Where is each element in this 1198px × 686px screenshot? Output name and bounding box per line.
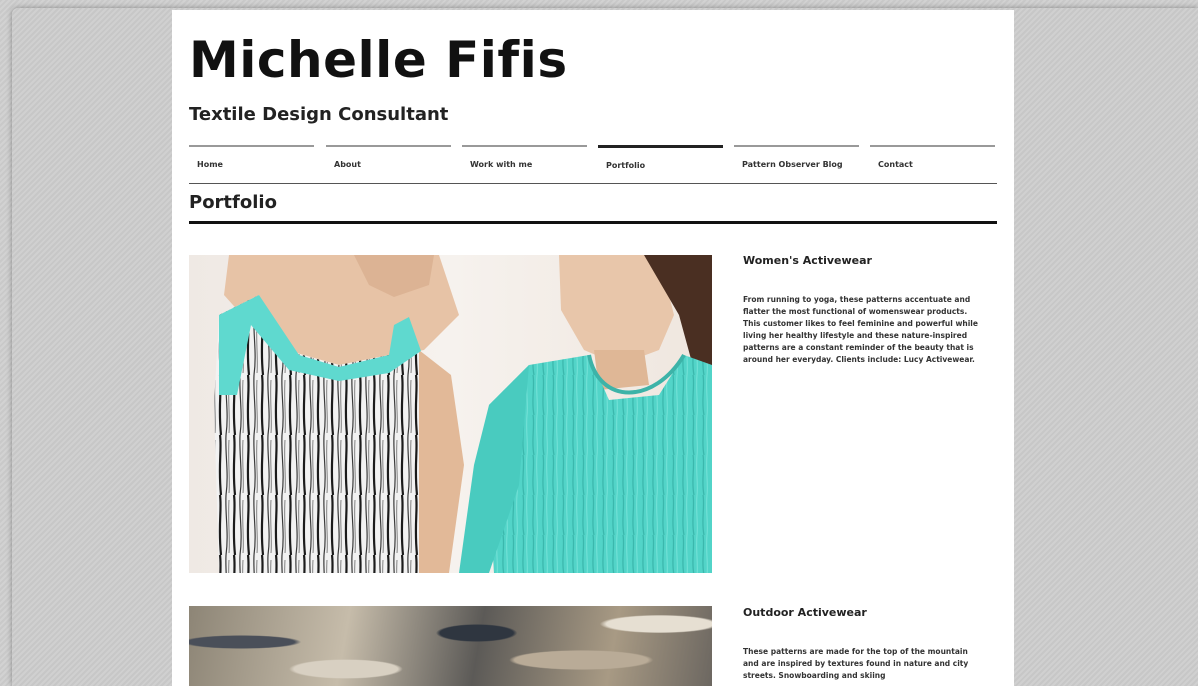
nav-item-portfolio[interactable]: Portfolio (598, 145, 723, 181)
page-title: Portfolio (189, 192, 277, 213)
nav-divider (189, 183, 997, 184)
site-tagline: Textile Design Consultant (189, 104, 449, 125)
portfolio-item-title: Outdoor Activewear (743, 606, 867, 619)
womens-activewear-photo[interactable] (189, 255, 712, 573)
main-nav: Home About Work with me Portfolio Patter… (189, 145, 997, 185)
nav-item-about[interactable]: About (326, 145, 451, 181)
nav-item-home[interactable]: Home (189, 145, 314, 181)
nav-item-work-with-me[interactable]: Work with me (462, 145, 587, 181)
site-title[interactable]: Michelle Fifis (189, 32, 568, 88)
outdoor-activewear-photo[interactable] (189, 606, 712, 686)
title-divider (189, 221, 997, 224)
nav-item-pattern-observer-blog[interactable]: Pattern Observer Blog (734, 145, 859, 181)
page-content: Michelle Fifis Textile Design Consultant… (172, 10, 1014, 686)
portfolio-item-title: Women's Activewear (743, 254, 872, 267)
portfolio-item-description: These patterns are made for the top of t… (743, 647, 969, 680)
nav-item-contact[interactable]: Contact (870, 145, 995, 181)
portfolio-item-description: From running to yoga, these patterns acc… (743, 295, 978, 364)
